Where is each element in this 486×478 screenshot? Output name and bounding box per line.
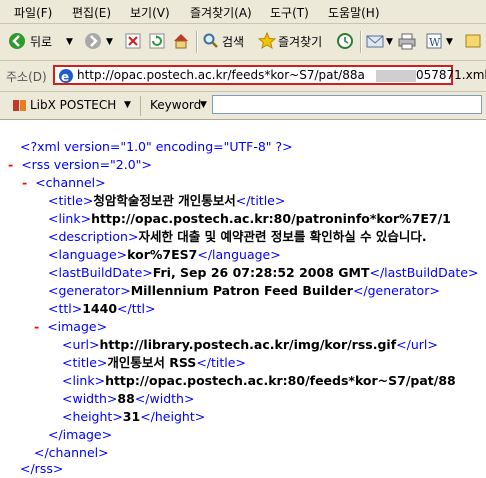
keyword-dropdown-icon[interactable]: ▼ xyxy=(200,100,207,110)
image-open-line: - <image> xyxy=(34,319,108,334)
xml-height-line: <height>31</height> xyxy=(62,409,206,424)
libx-divider xyxy=(140,96,141,116)
keyword-select[interactable]: Keyword xyxy=(150,98,201,112)
forward-dropdown-icon[interactable]: ▼ xyxy=(106,33,113,51)
xml-image-link-line: <link>http://opac.postech.ac.kr:80/feeds… xyxy=(62,373,456,388)
favorites-star-icon[interactable] xyxy=(257,31,277,50)
search-button[interactable]: 검색 xyxy=(222,33,244,51)
menu-tools[interactable]: 도구(T) xyxy=(270,4,309,21)
history-icon[interactable] xyxy=(336,32,354,50)
keyword-search-input[interactable] xyxy=(212,95,482,114)
collapse-toggle[interactable]: - xyxy=(8,157,13,172)
xml-description-line: <description>자세한 대출 및 예약관련 정보를 확인하실 수 있습… xyxy=(48,229,427,244)
back-dropdown-icon[interactable]: ▼ xyxy=(66,33,73,51)
refresh-icon[interactable] xyxy=(148,32,166,50)
xml-title-line: <title>청암학술정보관 개인통보서</title> xyxy=(48,193,286,208)
svg-text:W: W xyxy=(429,36,441,49)
toolbar-divider xyxy=(196,31,198,53)
xml-generator-line: <generator>Millennium Patron Feed Builde… xyxy=(48,283,440,298)
address-input[interactable]: e http://opac.postech.ac.kr/feeds*kor~S7… xyxy=(53,65,486,87)
xml-ttl-line: <ttl>1440</ttl> xyxy=(48,301,156,316)
home-icon[interactable] xyxy=(172,32,190,50)
search-icon[interactable] xyxy=(202,32,220,50)
mail-dropdown-icon[interactable]: ▼ xyxy=(386,33,393,51)
page-e-icon: e xyxy=(58,68,74,87)
edit-icon[interactable]: W xyxy=(426,32,444,50)
image-close-line: </image> xyxy=(48,427,113,442)
libx-logo-icon xyxy=(12,97,28,116)
address-url-start: http://opac.postech.ac.kr/feeds*kor~S7/p… xyxy=(77,68,365,82)
address-bar: 주소(D) e http://opac.postech.ac.kr/feeds*… xyxy=(0,61,486,92)
libx-toolbar: LibX POSTECH ▼ Keyword ▼ xyxy=(0,92,486,120)
rss-open-line: - <rss version="2.0"> xyxy=(8,157,152,172)
menu-favorites[interactable]: 즐겨찾기(A) xyxy=(190,4,252,21)
svg-text:e: e xyxy=(61,70,69,84)
menu-edit[interactable]: 편집(E) xyxy=(72,4,111,21)
xml-width-line: <width>88</width> xyxy=(62,391,195,406)
favorites-button[interactable]: 즐겨찾기 xyxy=(278,33,322,51)
collapse-toggle[interactable]: - xyxy=(34,319,39,334)
libx-dropdown-icon[interactable]: ▼ xyxy=(124,100,131,110)
stop-icon[interactable] xyxy=(124,32,142,50)
rss-close-line: </rss> xyxy=(20,461,64,476)
forward-arrow-icon[interactable] xyxy=(84,32,102,50)
xml-document: <?xml version="1.0" encoding="UTF-8" ?> … xyxy=(0,120,486,476)
menu-help[interactable]: 도움말(H) xyxy=(328,4,380,21)
redacted-block xyxy=(376,70,416,82)
collapse-toggle[interactable]: - xyxy=(22,175,27,190)
xml-declaration: <?xml version="1.0" encoding="UTF-8" ?> xyxy=(20,139,293,154)
mail-icon[interactable] xyxy=(366,32,384,50)
back-arrow-icon[interactable] xyxy=(8,32,26,50)
menu-view[interactable]: 보기(V) xyxy=(130,4,170,21)
address-label: 주소(D) xyxy=(6,70,47,84)
channel-open-line: - <channel> xyxy=(22,175,106,190)
toolbar-divider xyxy=(360,31,362,53)
xml-url-line: <url>http://library.postech.ac.kr/img/ko… xyxy=(62,337,438,352)
edit-dropdown-icon[interactable]: ▼ xyxy=(446,33,453,51)
xml-link-line: <link>http://opac.postech.ac.kr:80/patro… xyxy=(48,211,451,226)
xml-image-title-line: <title>개인통보서 RSS</title> xyxy=(62,355,246,370)
discuss-icon[interactable] xyxy=(464,32,482,50)
libx-button[interactable]: LibX POSTECH xyxy=(30,98,116,112)
back-button[interactable]: 뒤로 xyxy=(30,33,52,51)
menu-bar: 파일(F) 편집(E) 보기(V) 즐겨찾기(A) 도구(T) 도움말(H) xyxy=(0,0,486,24)
xml-language-line: <language>kor%7ES7</language> xyxy=(48,247,281,262)
address-url-end: 057871.xml xyxy=(416,68,486,82)
toolbar: 뒤로 ▼ ▼ 검색 즐겨찾기 ▼ W ▼ xyxy=(0,24,486,61)
xml-lastbuilddate-line: <lastBuildDate>Fri, Sep 26 07:28:52 2008… xyxy=(48,265,479,280)
print-icon[interactable] xyxy=(398,32,416,50)
menu-file[interactable]: 파일(F) xyxy=(14,4,52,21)
